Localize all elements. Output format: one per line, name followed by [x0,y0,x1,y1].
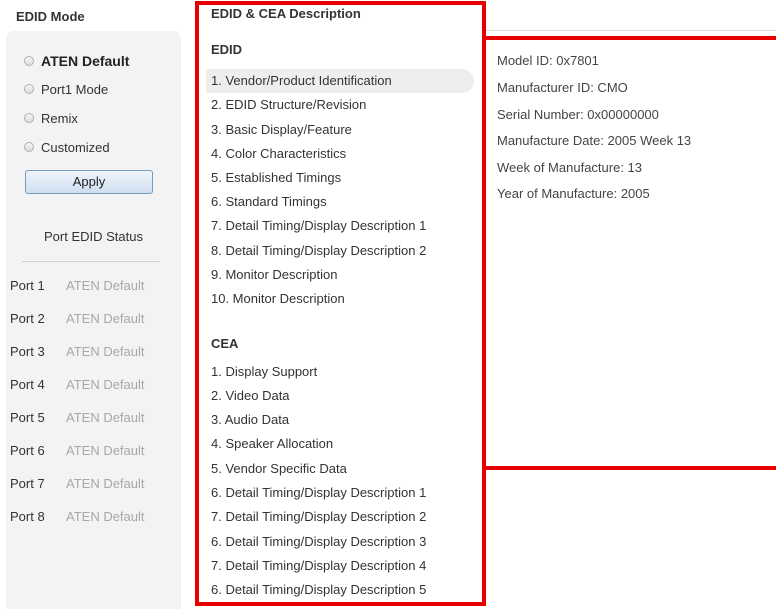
edid-item[interactable]: 9. Monitor Description [206,263,474,287]
port-value: ATEN Default [66,409,145,425]
port-value: ATEN Default [66,376,145,392]
edid-item[interactable]: 7. Detail Timing/Display Description 1 [206,214,474,238]
mode-option-label: Customized [41,139,110,155]
divider [486,30,776,31]
edid-item[interactable]: 5. Established Timings [206,166,474,190]
radio-icon[interactable] [24,84,34,94]
port-edid-status-title: Port EDID Status [44,229,143,244]
edid-section-title: EDID [211,42,243,57]
port-status-row: Port 3 ATEN Default [10,341,145,361]
description-panel-title: EDID & CEA Description [211,6,361,21]
info-week-of-manufacture: Week of Manufacture: 13 [497,160,643,175]
mode-option-customized[interactable]: Customized [24,137,110,157]
mode-option-label: Port1 Mode [41,81,109,97]
radio-icon[interactable] [24,113,34,123]
port-name: Port 1 [10,277,45,293]
info-year-of-manufacture: Year of Manufacture: 2005 [497,186,650,201]
info-manufacturer-id: Manufacturer ID: CMO [497,80,628,95]
cea-item[interactable]: 6. Detail Timing/Display Description 1 [206,481,474,505]
cea-item[interactable]: 1. Display Support [206,360,474,384]
mode-option-remix[interactable]: Remix [24,108,78,128]
port-name: Port 8 [10,508,45,524]
port-name: Port 2 [10,310,45,326]
cea-item[interactable]: 7. Detail Timing/Display Description 2 [206,505,474,529]
cea-item[interactable]: 6. Detail Timing/Display Description 3 [206,530,474,554]
port-value: ATEN Default [66,343,145,359]
port-value: ATEN Default [66,475,145,491]
cea-section-title: CEA [211,336,239,351]
highlight-frame-details [482,36,776,470]
mode-option-aten-default[interactable]: ATEN Default [24,51,129,71]
port-status-row: Port 6 ATEN Default [10,440,145,460]
radio-icon[interactable] [24,56,34,66]
edid-mode-title: EDID Mode [16,9,85,24]
apply-button[interactable]: Apply [25,170,153,194]
port-value: ATEN Default [66,310,145,326]
cea-item[interactable]: 6. Detail Timing/Display Description 5 [206,578,474,602]
edid-item[interactable]: 10. Monitor Description [206,287,474,311]
edid-mode-panel: EDID Mode ATEN Default Port1 Mode Remix … [0,0,181,609]
port-name: Port 7 [10,475,45,491]
radio-icon[interactable] [24,142,34,152]
cea-item[interactable]: 5. Vendor Specific Data [206,457,474,481]
port-name: Port 3 [10,343,45,359]
cea-item[interactable]: 4. Speaker Allocation [206,432,474,456]
info-model-id: Model ID: 0x7801 [497,53,599,68]
divider [22,261,160,262]
port-status-row: Port 1 ATEN Default [10,275,145,295]
info-manufacture-date: Manufacture Date: 2005 Week 13 [497,133,692,148]
mode-option-port1-mode[interactable]: Port1 Mode [24,79,108,99]
edid-item[interactable]: 2. EDID Structure/Revision [206,93,474,117]
edid-item[interactable]: 4. Color Characteristics [206,142,474,166]
cea-item[interactable]: 2. Video Data [206,384,474,408]
cea-item[interactable]: 7. Detail Timing/Display Description 4 [206,554,474,578]
edid-item-vendor-product[interactable]: 1. Vendor/Product Identification [206,69,474,93]
port-name: Port 5 [10,409,45,425]
mode-option-label: Remix [41,110,78,126]
port-value: ATEN Default [66,277,145,293]
port-status-row: Port 4 ATEN Default [10,374,145,394]
port-status-row: Port 5 ATEN Default [10,407,145,427]
mode-option-label: ATEN Default [41,53,130,69]
port-status-row: Port 2 ATEN Default [10,308,145,328]
cea-item[interactable]: 3. Audio Data [206,408,474,432]
edid-item[interactable]: 6. Standard Timings [206,190,474,214]
port-name: Port 4 [10,376,45,392]
port-value: ATEN Default [66,442,145,458]
port-value: ATEN Default [66,508,145,524]
info-serial-number: Serial Number: 0x00000000 [497,107,659,122]
edid-item[interactable]: 8. Detail Timing/Display Description 2 [206,239,474,263]
port-status-row: Port 7 ATEN Default [10,473,145,493]
port-name: Port 6 [10,442,45,458]
edid-item[interactable]: 3. Basic Display/Feature [206,118,474,142]
port-status-row: Port 8 ATEN Default [10,506,145,526]
